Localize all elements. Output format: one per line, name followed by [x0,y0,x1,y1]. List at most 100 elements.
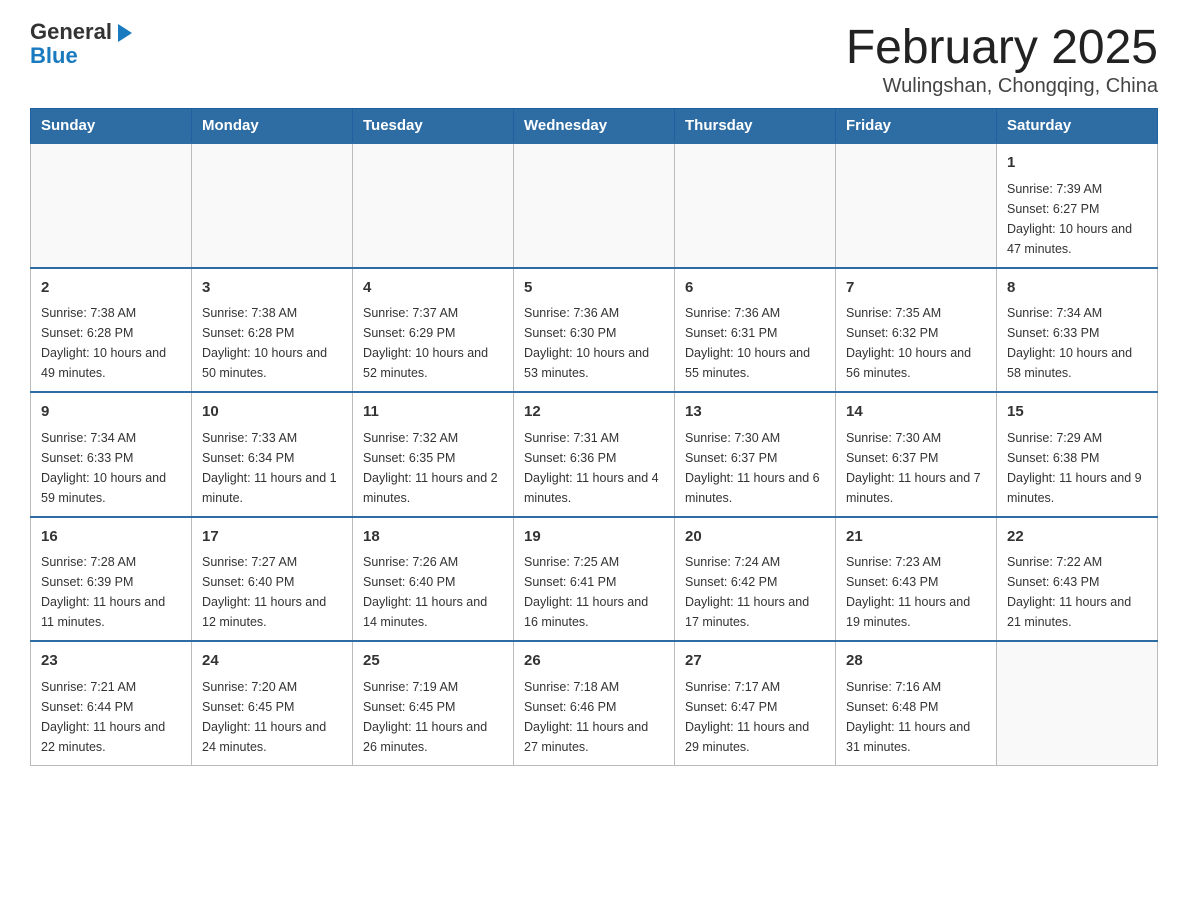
calendar-cell: 1 Sunrise: 7:39 AM Sunset: 6:27 PM Daylig… [997,143,1158,268]
logo-general-text: General [30,19,112,44]
calendar-cell: 26 Sunrise: 7:18 AM Sunset: 6:46 PM Dayli… [514,641,675,765]
calendar-week-row: 1 Sunrise: 7:39 AM Sunset: 6:27 PM Daylig… [31,143,1158,268]
calendar-cell: 12 Sunrise: 7:31 AM Sunset: 6:36 PM Dayli… [514,392,675,517]
day-number: 5 [524,277,664,300]
calendar-cell: 15 Sunrise: 7:29 AM Sunset: 6:38 PM Dayli… [997,392,1158,517]
calendar-cell: 20 Sunrise: 7:24 AM Sunset: 6:42 PM Dayli… [675,517,836,642]
logo-icon [118,24,132,42]
day-number: 28 [846,650,986,673]
weekday-header: Monday [192,109,353,144]
day-number: 12 [524,401,664,424]
day-number: 27 [685,650,825,673]
day-info: Sunrise: 7:26 AM Sunset: 6:40 PM Dayligh… [363,552,503,632]
calendar-cell [31,143,192,268]
day-number: 4 [363,277,503,300]
day-info: Sunrise: 7:21 AM Sunset: 6:44 PM Dayligh… [41,677,181,757]
calendar-cell: 23Sunrise: 7:21 AM Sunset: 6:44 PM Dayli… [31,641,192,765]
calendar-cell: 25 Sunrise: 7:19 AM Sunset: 6:45 PM Dayli… [353,641,514,765]
calendar-cell: 19 Sunrise: 7:25 AM Sunset: 6:41 PM Dayli… [514,517,675,642]
calendar-cell: 10 Sunrise: 7:33 AM Sunset: 6:34 PM Dayli… [192,392,353,517]
calendar-cell: 14 Sunrise: 7:30 AM Sunset: 6:37 PM Dayli… [836,392,997,517]
calendar-cell: 16 Sunrise: 7:28 AM Sunset: 6:39 PM Dayli… [31,517,192,642]
calendar-cell: 3Sunrise: 7:38 AM Sunset: 6:28 PM Daylig… [192,268,353,393]
day-number: 8 [1007,277,1147,300]
day-info: Sunrise: 7:25 AM Sunset: 6:41 PM Dayligh… [524,552,664,632]
day-number: 7 [846,277,986,300]
day-number: 2 [41,277,181,300]
day-info: Sunrise: 7:34 AM Sunset: 6:33 PM Dayligh… [41,428,181,508]
weekday-header: Sunday [31,109,192,144]
day-number: 17 [202,526,342,549]
calendar-cell: 9Sunrise: 7:34 AM Sunset: 6:33 PM Daylig… [31,392,192,517]
day-info: Sunrise: 7:33 AM Sunset: 6:34 PM Dayligh… [202,428,342,508]
logo: General Blue [30,20,134,68]
day-number: 11 [363,401,503,424]
calendar-cell: 8 Sunrise: 7:34 AM Sunset: 6:33 PM Daylig… [997,268,1158,393]
day-info: Sunrise: 7:34 AM Sunset: 6:33 PM Dayligh… [1007,303,1147,383]
day-info: Sunrise: 7:37 AM Sunset: 6:29 PM Dayligh… [363,303,503,383]
calendar-cell [675,143,836,268]
day-info: Sunrise: 7:27 AM Sunset: 6:40 PM Dayligh… [202,552,342,632]
day-number: 26 [524,650,664,673]
calendar-cell: 24 Sunrise: 7:20 AM Sunset: 6:45 PM Dayli… [192,641,353,765]
calendar-cell [514,143,675,268]
day-number: 22 [1007,526,1147,549]
day-number: 20 [685,526,825,549]
day-number: 15 [1007,401,1147,424]
calendar-week-row: 2 Sunrise: 7:38 AM Sunset: 6:28 PM Daylig… [31,268,1158,393]
day-number: 19 [524,526,664,549]
weekday-header: Friday [836,109,997,144]
calendar-cell: 21 Sunrise: 7:23 AM Sunset: 6:43 PM Dayli… [836,517,997,642]
day-info: Sunrise: 7:36 AM Sunset: 6:30 PM Dayligh… [524,303,664,383]
day-info: Sunrise: 7:23 AM Sunset: 6:43 PM Dayligh… [846,552,986,632]
day-number: 10 [202,401,342,424]
location-subtitle: Wulingshan, Chongqing, China [846,75,1158,98]
calendar-cell [836,143,997,268]
calendar-cell: 5 Sunrise: 7:36 AM Sunset: 6:30 PM Daylig… [514,268,675,393]
day-info: Sunrise: 7:20 AM Sunset: 6:45 PM Dayligh… [202,677,342,757]
calendar-cell: 6Sunrise: 7:36 AM Sunset: 6:31 PM Daylig… [675,268,836,393]
weekday-header: Thursday [675,109,836,144]
weekday-header: Saturday [997,109,1158,144]
calendar-cell: 18 Sunrise: 7:26 AM Sunset: 6:40 PM Dayli… [353,517,514,642]
day-info: Sunrise: 7:17 AM Sunset: 6:47 PM Dayligh… [685,677,825,757]
day-info: Sunrise: 7:19 AM Sunset: 6:45 PM Dayligh… [363,677,503,757]
day-number: 25 [363,650,503,673]
calendar-cell [997,641,1158,765]
page-header: General Blue February 2025 Wulingshan, C… [30,20,1158,98]
day-info: Sunrise: 7:36 AM Sunset: 6:31 PM Dayligh… [685,303,825,383]
day-info: Sunrise: 7:30 AM Sunset: 6:37 PM Dayligh… [846,428,986,508]
day-info: Sunrise: 7:38 AM Sunset: 6:28 PM Dayligh… [41,303,181,383]
calendar-cell: 22 Sunrise: 7:22 AM Sunset: 6:43 PM Dayli… [997,517,1158,642]
day-number: 1 [1007,152,1147,175]
day-info: Sunrise: 7:28 AM Sunset: 6:39 PM Dayligh… [41,552,181,632]
day-info: Sunrise: 7:22 AM Sunset: 6:43 PM Dayligh… [1007,552,1147,632]
calendar-cell: 17 Sunrise: 7:27 AM Sunset: 6:40 PM Dayli… [192,517,353,642]
calendar-title: February 2025 [846,20,1158,75]
day-info: Sunrise: 7:16 AM Sunset: 6:48 PM Dayligh… [846,677,986,757]
weekday-header: Wednesday [514,109,675,144]
day-number: 18 [363,526,503,549]
calendar-header-row: SundayMondayTuesdayWednesdayThursdayFrid… [31,109,1158,144]
calendar-cell: 13 Sunrise: 7:30 AM Sunset: 6:37 PM Dayli… [675,392,836,517]
day-number: 24 [202,650,342,673]
day-number: 14 [846,401,986,424]
calendar-cell: 4 Sunrise: 7:37 AM Sunset: 6:29 PM Daylig… [353,268,514,393]
day-number: 21 [846,526,986,549]
calendar-cell [353,143,514,268]
day-info: Sunrise: 7:18 AM Sunset: 6:46 PM Dayligh… [524,677,664,757]
day-info: Sunrise: 7:38 AM Sunset: 6:28 PM Dayligh… [202,303,342,383]
calendar-cell: 27 Sunrise: 7:17 AM Sunset: 6:47 PM Dayli… [675,641,836,765]
day-info: Sunrise: 7:39 AM Sunset: 6:27 PM Dayligh… [1007,179,1147,259]
day-info: Sunrise: 7:30 AM Sunset: 6:37 PM Dayligh… [685,428,825,508]
calendar-week-row: 16 Sunrise: 7:28 AM Sunset: 6:39 PM Dayli… [31,517,1158,642]
calendar-cell: 7Sunrise: 7:35 AM Sunset: 6:32 PM Daylig… [836,268,997,393]
logo-blue-text: Blue [30,43,78,68]
day-info: Sunrise: 7:32 AM Sunset: 6:35 PM Dayligh… [363,428,503,508]
day-info: Sunrise: 7:31 AM Sunset: 6:36 PM Dayligh… [524,428,664,508]
day-info: Sunrise: 7:29 AM Sunset: 6:38 PM Dayligh… [1007,428,1147,508]
day-number: 13 [685,401,825,424]
calendar-cell [192,143,353,268]
day-info: Sunrise: 7:24 AM Sunset: 6:42 PM Dayligh… [685,552,825,632]
day-number: 16 [41,526,181,549]
